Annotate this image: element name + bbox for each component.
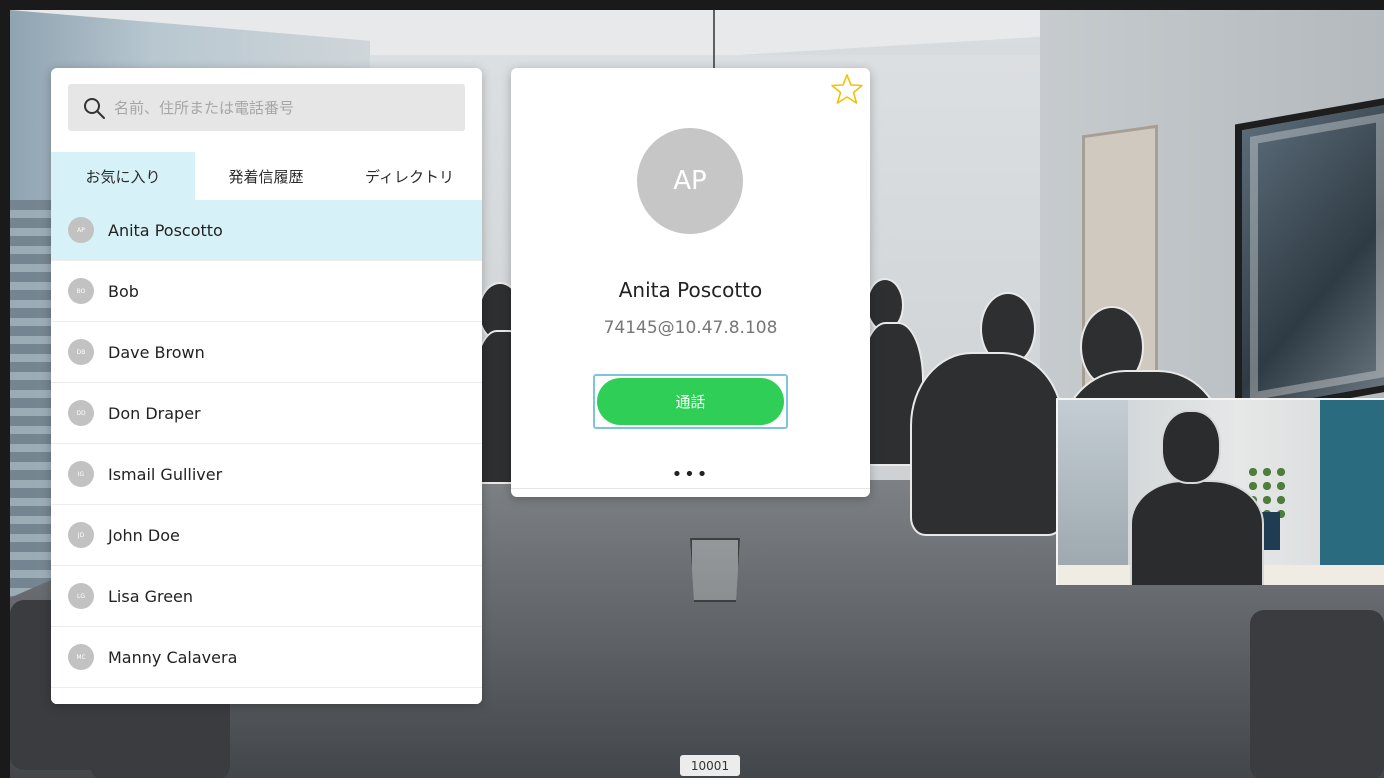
contact-row[interactable]: MC Manny Calavera xyxy=(51,627,482,688)
participant xyxy=(910,352,1064,536)
contact-name: Lisa Green xyxy=(108,586,194,606)
search-input[interactable] xyxy=(112,97,456,118)
contact-name: Bob xyxy=(108,281,139,301)
more-options-button[interactable]: ••• xyxy=(511,464,870,485)
search-icon xyxy=(84,97,105,119)
avatar: BO xyxy=(68,278,94,304)
avatar: LG xyxy=(68,583,94,609)
contact-name: Dave Brown xyxy=(108,342,205,362)
chair xyxy=(1250,610,1384,778)
contact-avatar: AP xyxy=(637,128,743,234)
acoustic-panel xyxy=(1320,400,1384,585)
tab-directory[interactable]: ディレクトリ xyxy=(337,152,482,200)
star-icon[interactable] xyxy=(830,72,864,106)
selfview-window xyxy=(1058,400,1128,585)
wall-picture xyxy=(1235,95,1384,419)
contact-name: John Doe xyxy=(108,525,180,545)
avatar: DB xyxy=(68,339,94,365)
contact-row[interactable]: JD John Doe xyxy=(51,505,482,566)
call-button[interactable]: 通話 xyxy=(593,374,788,429)
contact-row[interactable]: BO Bob xyxy=(51,261,482,322)
contact-row[interactable]: AP Anita Poscotto xyxy=(51,200,482,261)
contact-name: Don Draper xyxy=(108,403,201,423)
avatar: AP xyxy=(68,217,94,243)
contact-detail-address: 74145@10.47.8.108 xyxy=(603,318,778,338)
avatar: IG xyxy=(68,461,94,487)
tab-favorites[interactable]: お気に入り xyxy=(51,152,195,200)
avatar: DD xyxy=(68,400,94,426)
contact-list: AP Anita Poscotto BO Bob DB Dave Brown D… xyxy=(51,200,482,704)
contact-name: Anita Poscotto xyxy=(108,220,223,240)
avatar: JD xyxy=(68,522,94,548)
contact-name: Manny Calavera xyxy=(108,647,238,667)
search-bar[interactable] xyxy=(68,84,465,131)
table-lamp xyxy=(690,538,740,602)
system-number-badge: 10001 xyxy=(680,755,740,776)
contacts-panel: お気に入り 発着信履歴 ディレクトリ AP Anita Poscotto BO … xyxy=(51,68,482,704)
contact-row[interactable]: DD Don Draper xyxy=(51,383,482,444)
contact-row[interactable]: IG Ismail Gulliver xyxy=(51,444,482,505)
self-person-head xyxy=(1161,410,1221,484)
contact-name: Ismail Gulliver xyxy=(108,464,223,484)
self-view[interactable] xyxy=(1056,398,1384,585)
contact-tabs: お気に入り 発着信履歴 ディレクトリ xyxy=(51,152,482,201)
divider xyxy=(511,488,870,489)
contact-row[interactable]: LG Lisa Green xyxy=(51,566,482,627)
tab-recents[interactable]: 発着信履歴 xyxy=(195,152,337,200)
avatar: MC xyxy=(68,644,94,670)
contact-row[interactable]: DB Dave Brown xyxy=(51,322,482,383)
contact-detail-card: AP Anita Poscotto 74145@10.47.8.108 通話 •… xyxy=(511,68,870,497)
self-person xyxy=(1130,480,1264,585)
contact-row[interactable] xyxy=(51,688,482,704)
call-button-label: 通話 xyxy=(597,378,784,425)
contact-detail-name: Anita Poscotto xyxy=(618,278,763,302)
